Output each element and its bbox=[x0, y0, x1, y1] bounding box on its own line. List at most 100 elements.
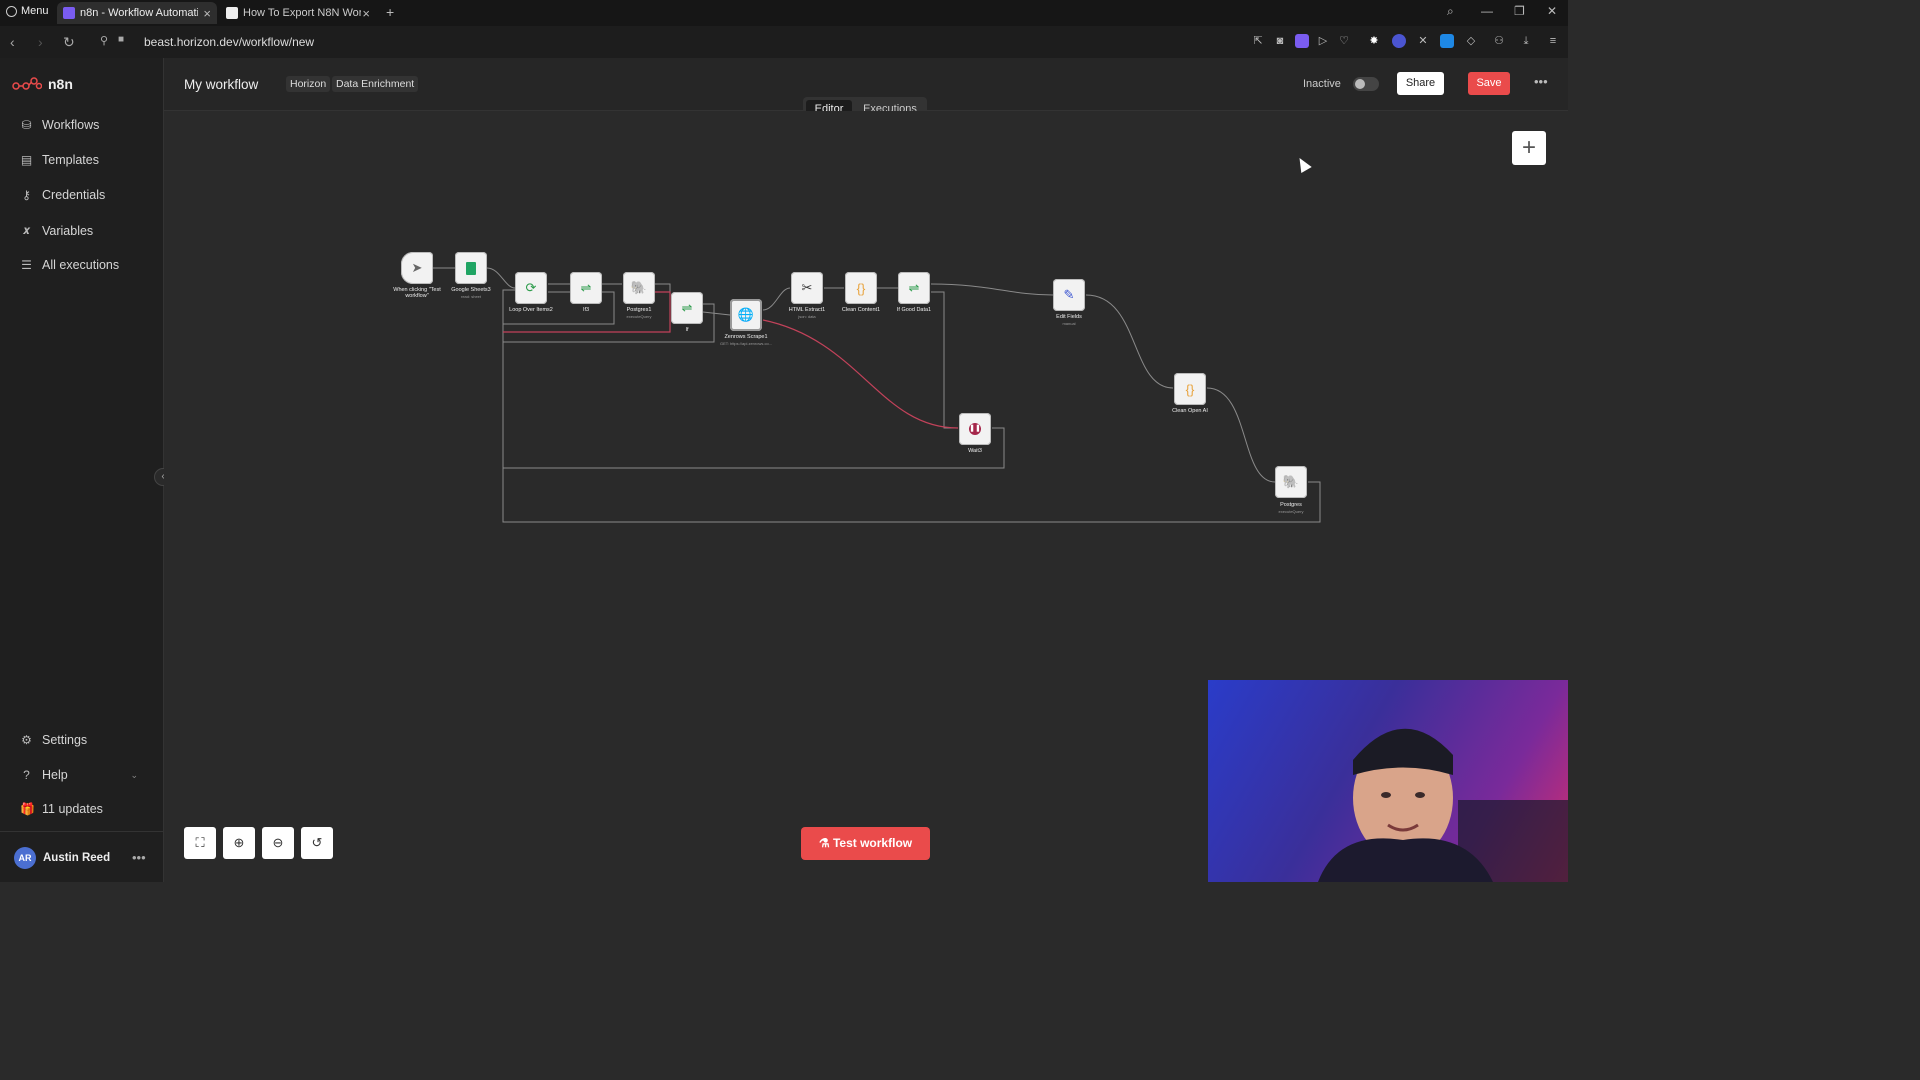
node-google-sheets3[interactable] bbox=[455, 252, 487, 284]
browser-tab-n8n[interactable]: n8n - Workflow Automatio × bbox=[57, 2, 217, 24]
n8n-logo-icon bbox=[12, 77, 42, 90]
user-menu[interactable]: AR Austin Reed bbox=[14, 847, 110, 869]
share-page-icon[interactable]: ⇱ bbox=[1251, 34, 1265, 48]
if-icon: ⇌ bbox=[580, 280, 592, 295]
url-field[interactable]: beast.horizon.dev/workflow/new bbox=[144, 35, 314, 49]
node-if3[interactable]: ⇌ bbox=[570, 272, 602, 304]
sidebar-item-settings[interactable]: ⚙ Settings bbox=[20, 733, 87, 747]
save-button[interactable]: Save bbox=[1468, 72, 1510, 95]
restore-icon[interactable]: ❐ bbox=[1514, 4, 1525, 18]
profile-icon[interactable]: ⚇ bbox=[1492, 34, 1506, 48]
address-bar: ‹ › ↻ ⚲ ■ beast.horizon.dev/workflow/new… bbox=[0, 26, 1568, 58]
close-tab-icon[interactable]: × bbox=[203, 6, 211, 21]
code-icon: {} bbox=[1185, 381, 1195, 397]
presenter-video-image bbox=[1318, 728, 1568, 882]
zoom-out-button[interactable]: ⊖ bbox=[262, 827, 294, 859]
node-subtitle: GET: https://api.zenrows.co... bbox=[719, 341, 773, 346]
download-icon[interactable]: ⤓ bbox=[1519, 34, 1533, 48]
extension-cube-icon[interactable]: ◇ bbox=[1464, 34, 1478, 48]
node-html-extract1[interactable]: ✂ bbox=[791, 272, 823, 304]
node-label: Zenrows Scrape1 bbox=[724, 334, 768, 340]
node-label: Clean Open AI bbox=[1172, 408, 1208, 414]
extension-blue-icon[interactable] bbox=[1440, 34, 1454, 48]
sidebar-item-credentials[interactable]: ⚷ Credentials bbox=[20, 188, 105, 202]
sidebar-item-variables[interactable]: 𝒙 Variables bbox=[20, 223, 94, 238]
node-loop-over-items2[interactable]: ⟳ bbox=[515, 272, 547, 304]
site-info-icon[interactable]: ⚲ bbox=[100, 34, 108, 47]
node-manual-trigger[interactable]: ➤ bbox=[401, 252, 433, 284]
browser-menu-button[interactable]: Menu bbox=[6, 5, 49, 17]
sidebar-item-label: 11 updates bbox=[42, 802, 103, 816]
node-zenrows-scrape1[interactable]: 🌐 bbox=[730, 299, 762, 331]
minimize-icon[interactable]: — bbox=[1481, 4, 1493, 18]
node-postgres[interactable]: 🐘 bbox=[1275, 466, 1307, 498]
sidebar-item-label: Help bbox=[42, 768, 68, 782]
loop-icon: ⟳ bbox=[525, 280, 537, 295]
search-icon[interactable]: ⌕ bbox=[1447, 4, 1454, 19]
flask-icon: ⚗ bbox=[818, 836, 830, 850]
extension-globe-icon[interactable] bbox=[1392, 34, 1406, 48]
back-icon[interactable]: ‹ bbox=[10, 34, 15, 50]
avatar: AR bbox=[14, 847, 36, 869]
if-icon: ⇌ bbox=[681, 300, 693, 315]
gift-icon: 🎁 bbox=[20, 802, 35, 816]
webcam-overlay bbox=[1208, 680, 1568, 882]
sidebar-item-templates[interactable]: ▤ Templates bbox=[20, 153, 99, 167]
globe-icon: 🌐 bbox=[737, 307, 755, 322]
sheets-icon bbox=[466, 261, 476, 275]
variables-icon: 𝒙 bbox=[22, 223, 31, 237]
node-subtitle: executeQuery bbox=[626, 314, 652, 319]
add-node-button[interactable]: + bbox=[1512, 131, 1546, 165]
node-edit-fields[interactable]: ✎ bbox=[1053, 279, 1085, 311]
node-label: Postgres1 bbox=[626, 307, 652, 313]
reset-zoom-button[interactable]: ↺ bbox=[301, 827, 333, 859]
node-wait3[interactable]: ❚❚ bbox=[959, 413, 991, 445]
node-label: Postgres bbox=[1280, 502, 1302, 508]
new-tab-icon[interactable]: + bbox=[386, 4, 394, 20]
node-postgres1[interactable]: 🐘 bbox=[623, 272, 655, 304]
notion-favicon-icon bbox=[226, 7, 238, 19]
test-workflow-label: Test workflow bbox=[832, 836, 913, 850]
share-button[interactable]: Share bbox=[1397, 72, 1444, 95]
extension-sun-icon[interactable]: ✸ bbox=[1367, 34, 1381, 48]
browser-menu-icon[interactable]: ≡ bbox=[1546, 34, 1560, 48]
active-toggle[interactable] bbox=[1353, 77, 1379, 91]
postgres-icon: 🐘 bbox=[1282, 474, 1300, 489]
sidebar-item-label: Templates bbox=[42, 153, 99, 167]
sidebar-item-all-executions[interactable]: ☰ All executions bbox=[20, 258, 119, 272]
send-icon[interactable]: ▷ bbox=[1316, 34, 1330, 48]
zoom-in-button[interactable]: ⊕ bbox=[223, 827, 255, 859]
node-subtitle: executeQuery bbox=[1278, 509, 1304, 514]
close-tab-icon[interactable]: × bbox=[362, 6, 370, 21]
sidebar-item-label: All executions bbox=[42, 258, 120, 272]
zoom-to-fit-button[interactable]: ⛶ bbox=[184, 827, 216, 859]
browser-tab-export[interactable]: How To Export N8N Workfl × bbox=[220, 2, 376, 24]
vpn-shield-icon[interactable] bbox=[1295, 34, 1309, 48]
node-if[interactable]: ⇌ bbox=[671, 292, 703, 324]
node-clean-content1[interactable]: {} bbox=[845, 272, 877, 304]
tag-horizon[interactable]: Horizon bbox=[286, 76, 331, 92]
sidebar-item-label: Settings bbox=[42, 733, 88, 747]
camera-icon[interactable]: ◙ bbox=[1273, 34, 1287, 48]
reload-icon[interactable]: ↻ bbox=[63, 34, 75, 51]
sidebar-item-help[interactable]: ? Help ⌄ bbox=[20, 768, 138, 782]
sidebar-item-workflows[interactable]: ⛁ Workflows bbox=[20, 118, 99, 132]
code-icon: {} bbox=[856, 280, 866, 296]
heart-icon[interactable]: ♡ bbox=[1337, 34, 1351, 48]
close-window-icon[interactable]: ✕ bbox=[1547, 4, 1557, 18]
tag-data-enrichment[interactable]: Data Enrichment bbox=[332, 76, 419, 92]
node-label: If Good Data1 bbox=[896, 307, 932, 313]
workflow-title[interactable]: My workflow bbox=[184, 77, 258, 92]
test-workflow-button[interactable]: ⚗ Test workflow bbox=[801, 827, 930, 860]
node-label: Google Sheets3 bbox=[451, 287, 491, 293]
node-subtitle: read: sheet bbox=[460, 294, 481, 299]
sidebar-item-updates[interactable]: 🎁 11 updates bbox=[20, 802, 103, 816]
node-clean-open-ai[interactable]: {} bbox=[1174, 373, 1206, 405]
more-options-icon[interactable]: ••• bbox=[1534, 74, 1548, 89]
n8n-logo[interactable]: n8n bbox=[12, 76, 73, 92]
node-if-good-data1[interactable]: ⇌ bbox=[898, 272, 930, 304]
more-icon[interactable]: ••• bbox=[132, 850, 146, 865]
node-label: Edit Fields bbox=[1056, 314, 1082, 320]
extension-x-icon[interactable]: ✕ bbox=[1416, 34, 1430, 48]
forward-icon[interactable]: › bbox=[38, 34, 43, 50]
